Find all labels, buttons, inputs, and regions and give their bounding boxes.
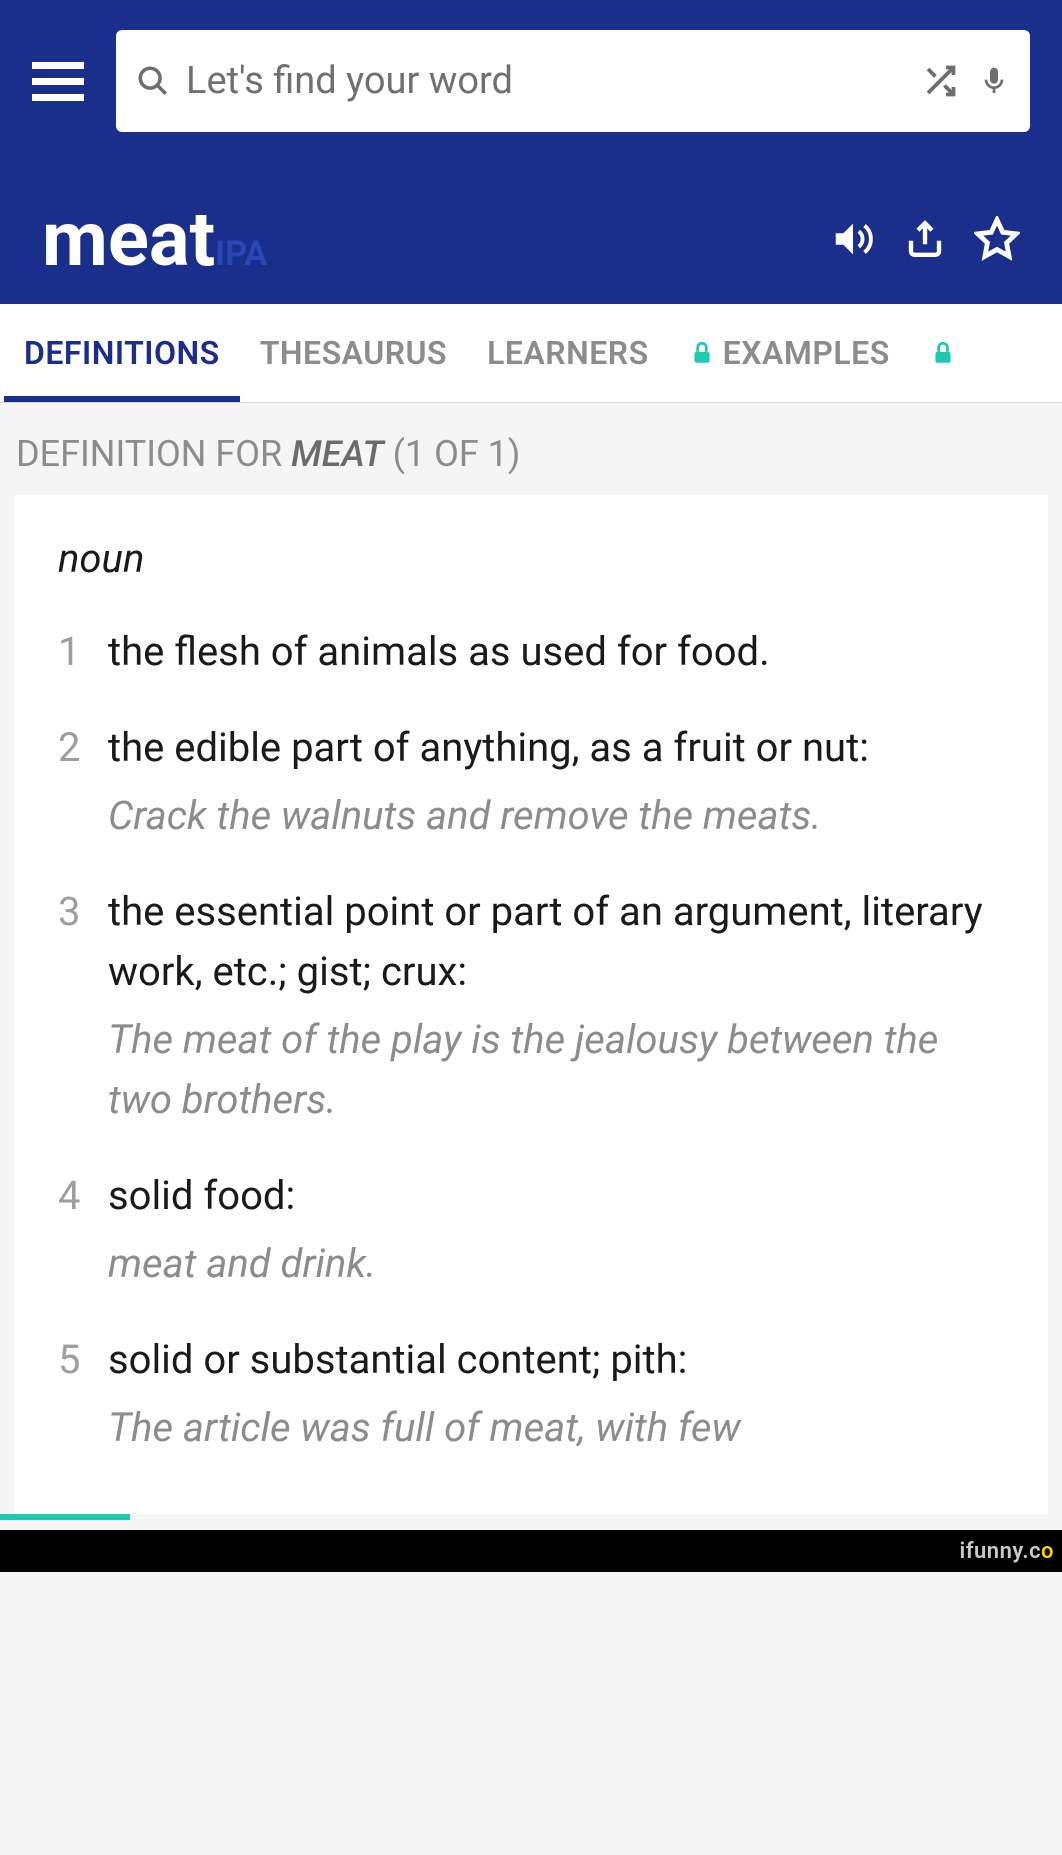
definition-item: 2 the edible part of anything, as a frui…	[58, 718, 1004, 846]
definition-number: 2	[58, 718, 108, 846]
share-icon[interactable]	[904, 218, 946, 260]
definition-item: 4 solid food: meat and drink.	[58, 1166, 1004, 1294]
mic-icon[interactable]	[978, 61, 1010, 101]
speaker-icon[interactable]	[830, 216, 876, 262]
tab-definitions[interactable]: DEFINITIONS	[4, 304, 240, 402]
tab-learners[interactable]: LEARNERS	[467, 304, 669, 402]
tabs: DEFINITIONS THESAURUS LEARNERS EXAMPLES	[0, 304, 1062, 403]
definition-text: the essential point or part of an argume…	[108, 882, 1004, 1002]
footer-watermark: ifunny.co	[0, 1530, 1062, 1572]
tab-examples-label: EXAMPLES	[723, 334, 890, 372]
search-icon	[136, 64, 170, 98]
part-of-speech: noun	[58, 535, 1004, 582]
menu-icon[interactable]	[32, 62, 84, 101]
word-actions	[830, 216, 1020, 262]
tab-examples[interactable]: EXAMPLES	[669, 304, 910, 402]
ipa-badge: IPA	[215, 234, 267, 274]
definition-card: noun 1 the flesh of animals as used for …	[14, 495, 1048, 1514]
definition-number: 4	[58, 1166, 108, 1294]
definition-item: 1 the flesh of animals as used for food.	[58, 622, 1004, 682]
definition-number: 3	[58, 882, 108, 1130]
definition-text: the flesh of animals as used for food.	[108, 622, 1004, 682]
definition-item: 3 the essential point or part of an argu…	[58, 882, 1004, 1130]
definition-number: 5	[58, 1330, 108, 1458]
definition-example: The meat of the play is the jealousy bet…	[108, 1010, 1004, 1130]
tab-thesaurus[interactable]: THESAURUS	[240, 304, 467, 402]
tab-locked-more[interactable]	[910, 308, 960, 398]
definition-number: 1	[58, 622, 108, 682]
top-bar	[32, 30, 1030, 156]
definition-example: meat and drink.	[108, 1234, 1004, 1294]
search-input[interactable]	[186, 59, 902, 103]
header: meat IPA	[0, 0, 1062, 304]
word-container: meat IPA	[42, 194, 267, 284]
definition-text: solid food:	[108, 1166, 1004, 1226]
definition-example: The article was full of meat, with few	[108, 1398, 1004, 1458]
definition-item: 5 solid or substantial content; pith: Th…	[58, 1330, 1004, 1458]
progress-strip	[0, 1514, 130, 1520]
headword: meat	[42, 194, 215, 284]
definition-example: Crack the walnuts and remove the meats.	[108, 786, 1004, 846]
word-bar: meat IPA	[32, 156, 1030, 304]
definition-text: the edible part of anything, as a fruit …	[108, 718, 1004, 778]
lock-icon	[930, 338, 956, 368]
definition-text: solid or substantial content; pith:	[108, 1330, 1004, 1390]
shuffle-icon[interactable]	[922, 63, 958, 99]
search-box[interactable]	[116, 30, 1030, 132]
definition-heading: DEFINITION FOR MEAT (1 OF 1)	[0, 403, 1062, 495]
lock-icon	[689, 338, 715, 368]
definition-list: 1 the flesh of animals as used for food.…	[58, 622, 1004, 1458]
star-icon[interactable]	[974, 216, 1020, 262]
